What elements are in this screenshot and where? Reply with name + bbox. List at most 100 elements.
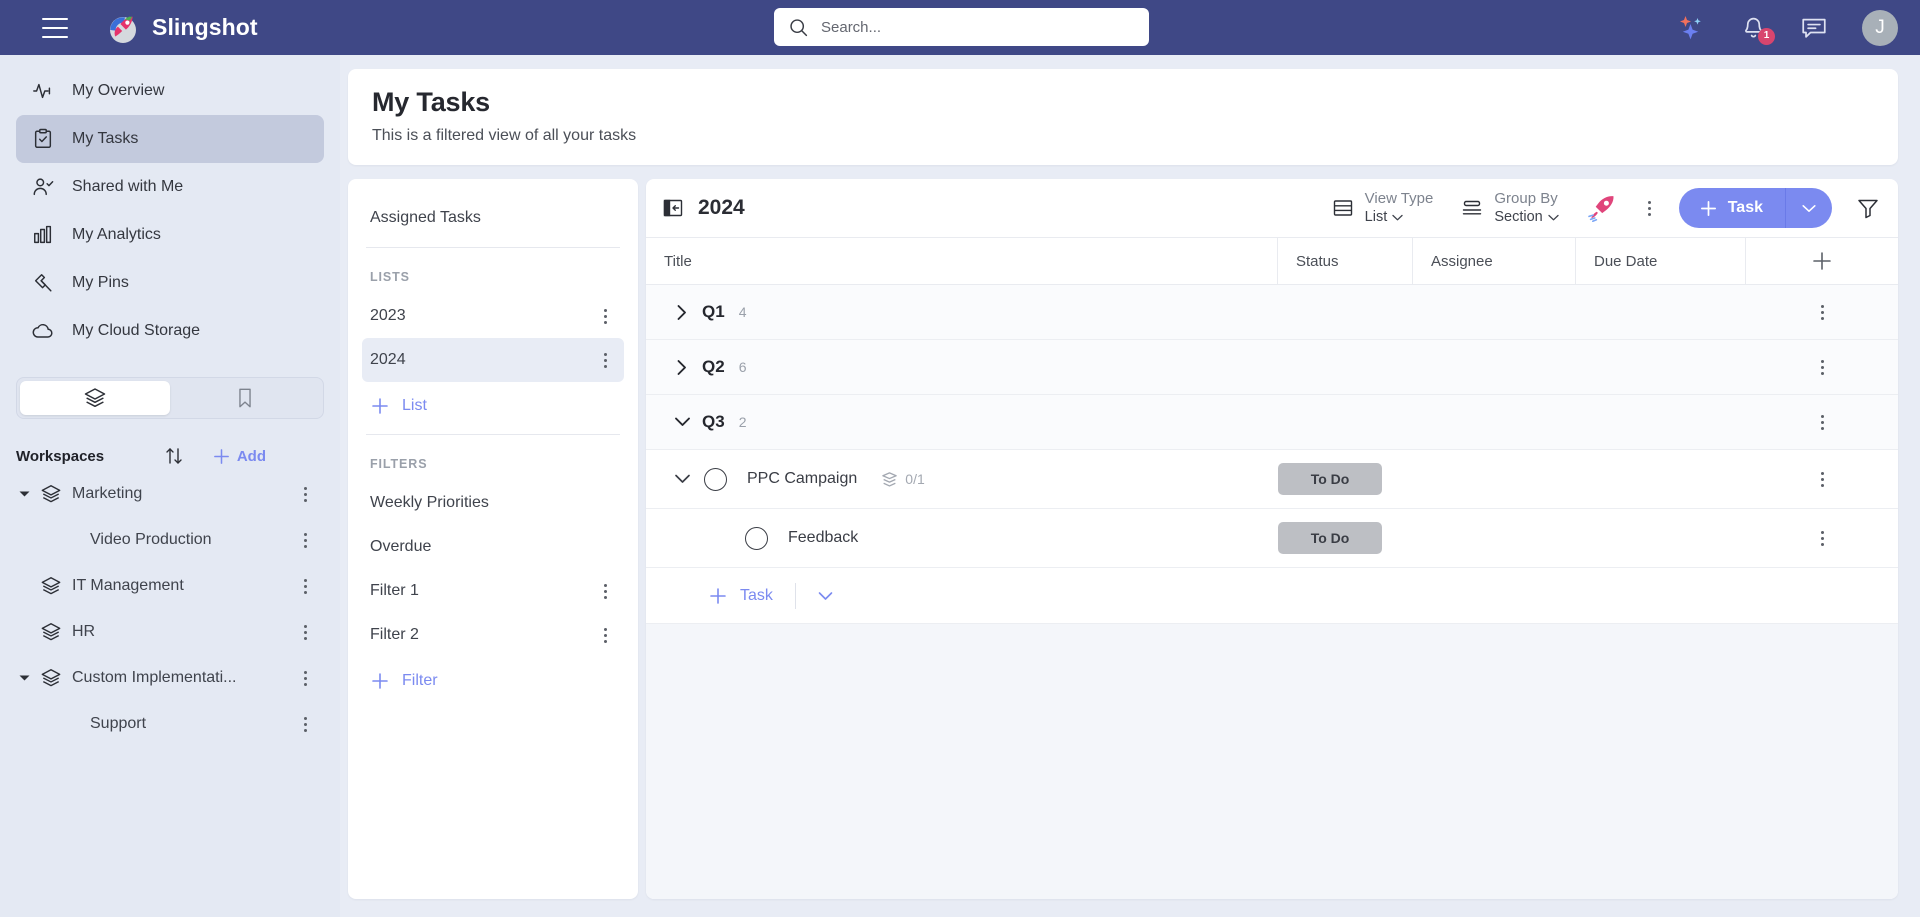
group-row-q2[interactable]: Q2 6 (646, 340, 1898, 395)
layers-icon (83, 386, 107, 410)
task-complete-toggle[interactable] (745, 526, 768, 550)
activity-icon (32, 80, 54, 102)
add-task-button[interactable]: Task (1678, 188, 1832, 228)
list-label: 2024 (370, 351, 406, 368)
group-by-control[interactable]: Group By Section (1461, 190, 1559, 225)
sidebar-item-my-pins[interactable]: My Pins (16, 259, 324, 307)
task-complete-toggle[interactable] (704, 467, 727, 491)
bar-chart-icon (32, 224, 54, 246)
sidebar-item-my-tasks[interactable]: My Tasks (16, 115, 324, 163)
caret-down-icon[interactable] (18, 674, 30, 682)
collapse-panel-icon[interactable] (662, 197, 684, 219)
group-row-q3[interactable]: Q3 2 (646, 395, 1898, 450)
filter-item-weekly-priorities[interactable]: Weekly Priorities (362, 481, 624, 525)
sort-icon[interactable] (162, 445, 186, 467)
column-header-due-date[interactable]: Due Date (1576, 238, 1746, 284)
filter-item-overdue[interactable]: Overdue (362, 525, 624, 569)
view-type-control[interactable]: View Type List (1332, 190, 1433, 225)
column-header-title[interactable]: Title (646, 238, 1278, 284)
table-row[interactable]: PPC Campaign 0/1 To Do (646, 450, 1898, 509)
workspace-menu-icon[interactable] (294, 716, 316, 732)
toolbar-menu-icon[interactable] (1639, 200, 1661, 216)
workspace-menu-icon[interactable] (294, 578, 316, 594)
search-input[interactable] (821, 8, 1135, 46)
group-count: 4 (738, 304, 747, 320)
filter-menu-icon[interactable] (594, 583, 616, 599)
sidebar: My Overview My Tasks Shared with Me My A… (0, 55, 340, 917)
chevron-right-icon[interactable] (666, 304, 698, 321)
workspace-label: Marketing (72, 485, 143, 502)
subtask-count-label: 0/1 (905, 471, 925, 487)
add-task-inline-dropdown[interactable] (818, 591, 833, 601)
bookmark-icon (235, 387, 255, 409)
workspace-menu-icon[interactable] (294, 486, 316, 502)
workspace-item-support[interactable]: Support (0, 701, 340, 747)
chevron-right-icon[interactable] (666, 359, 698, 376)
chevron-down-icon (1802, 204, 1816, 212)
brand[interactable]: Slingshot (106, 11, 258, 45)
add-column-button[interactable] (1746, 238, 1898, 284)
caret-down-icon[interactable] (18, 490, 30, 498)
add-task-dropdown[interactable] (1786, 188, 1832, 228)
menu-icon[interactable] (42, 17, 68, 38)
layers-icon (40, 621, 62, 643)
table-row[interactable]: Feedback To Do (646, 509, 1898, 568)
filter-menu-icon[interactable] (594, 627, 616, 643)
sidebar-item-shared-with-me[interactable]: Shared with Me (16, 163, 324, 211)
workspace-item-hr[interactable]: HR (0, 609, 340, 655)
assigned-tasks-item[interactable]: Assigned Tasks (348, 193, 638, 247)
workspace-menu-icon[interactable] (294, 670, 316, 686)
list-menu-icon[interactable] (594, 352, 616, 368)
avatar[interactable]: J (1862, 9, 1898, 46)
group-menu-icon[interactable] (1746, 414, 1898, 430)
add-task-label: Task (1727, 199, 1763, 216)
table-header: Title Status Assignee Due Date (646, 237, 1898, 285)
column-header-status[interactable]: Status (1278, 238, 1413, 284)
sidebar-item-my-analytics[interactable]: My Analytics (16, 211, 324, 259)
add-list-button[interactable]: List (348, 382, 638, 434)
chevron-down-icon[interactable] (666, 473, 698, 485)
task-menu-icon[interactable] (1746, 530, 1898, 546)
column-header-assignee[interactable]: Assignee (1413, 238, 1576, 284)
layers-icon (40, 667, 62, 689)
messages-icon[interactable] (1800, 15, 1828, 41)
list-menu-icon[interactable] (594, 308, 616, 324)
chevron-down-icon[interactable] (666, 416, 698, 428)
list-item-2023[interactable]: 2023 (362, 294, 624, 338)
plus-icon (1813, 252, 1831, 270)
workspace-item-it-management[interactable]: IT Management (0, 563, 340, 609)
sidebar-item-my-overview[interactable]: My Overview (16, 67, 324, 115)
workspace-menu-icon[interactable] (294, 624, 316, 640)
add-task-inline-button[interactable]: Task (708, 586, 773, 606)
status-badge[interactable]: To Do (1278, 522, 1382, 554)
task-menu-icon[interactable] (1746, 471, 1898, 487)
add-filter-button[interactable]: Filter (348, 657, 638, 709)
workspace-item-custom-implementation[interactable]: Custom Implementati... (0, 655, 340, 701)
notifications-icon[interactable]: 1 (1741, 15, 1775, 45)
status-badge[interactable]: To Do (1278, 463, 1382, 495)
workspace-item-video-production[interactable]: Video Production (0, 517, 340, 563)
group-menu-icon[interactable] (1746, 359, 1898, 375)
workspace-menu-icon[interactable] (294, 532, 316, 548)
segment-bookmarks[interactable] (170, 381, 320, 415)
group-count: 6 (738, 359, 747, 375)
filter-label: Weekly Priorities (370, 494, 489, 511)
workspace-item-marketing[interactable]: Marketing (0, 471, 340, 517)
filter-icon[interactable] (1856, 196, 1880, 220)
group-menu-icon[interactable] (1746, 304, 1898, 320)
filter-item-filter-2[interactable]: Filter 2 (362, 613, 624, 657)
ai-sparkle-icon[interactable] (1677, 15, 1707, 41)
filter-item-filter-1[interactable]: Filter 1 (362, 569, 624, 613)
group-name: Q3 (702, 412, 725, 431)
search-bar[interactable] (774, 8, 1149, 46)
segment-layers[interactable] (20, 381, 170, 415)
add-workspace-button[interactable]: Add (212, 447, 266, 466)
rocket-icon[interactable] (1587, 194, 1617, 222)
task-table-panel: 2024 View Type List Group By Section Tas… (646, 179, 1898, 899)
sidebar-view-toggle (16, 377, 324, 419)
group-row-q1[interactable]: Q1 4 (646, 285, 1898, 340)
sidebar-item-my-cloud-storage[interactable]: My Cloud Storage (16, 307, 324, 355)
sidebar-label: My Tasks (72, 130, 139, 147)
search-icon (788, 17, 809, 38)
list-item-2024[interactable]: 2024 (362, 338, 624, 382)
